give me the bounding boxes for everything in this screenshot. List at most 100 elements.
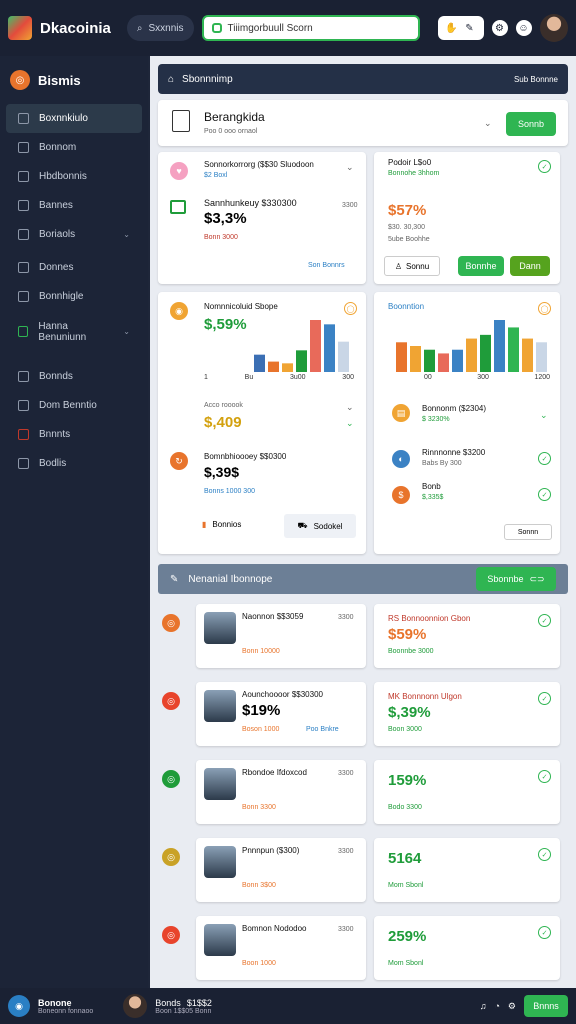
chart-bar: [536, 342, 547, 372]
list-item-icon: ◎: [162, 848, 180, 866]
c4-title: Boonntion: [388, 302, 425, 311]
list-item-title: Rbondoe Ifdoxcod: [242, 768, 307, 777]
c1-link[interactable]: Son Bonnrs: [308, 262, 345, 269]
doc-icon: [18, 171, 29, 182]
c4-button[interactable]: Sonnn: [504, 524, 552, 540]
list-item[interactable]: ◎ Aounchoooor $$30300 $19% Boson 1000 Poo Bn…: [162, 682, 366, 746]
hand-icon[interactable]: ✋: [443, 20, 460, 36]
notification-icon[interactable]: ☺: [515, 20, 532, 36]
magnifier-icon: [18, 262, 29, 273]
stat-card[interactable]: 259% Mom Sbonl ✓: [374, 916, 560, 980]
chart-bar: [254, 354, 265, 372]
c2-title: Podoir L$o0: [388, 158, 432, 167]
app-logo: [8, 16, 32, 40]
chevron-down-icon[interactable]: ⌄: [346, 418, 354, 429]
list-item-side-value: 3300: [338, 848, 354, 855]
user-avatar[interactable]: [123, 994, 148, 1018]
bottom-bar: ◉ Bonone Boneonn fonnaoo Bonds $1$$2 Boon 1…: [0, 988, 576, 1024]
chevron-down-icon[interactable]: ⌄: [484, 118, 492, 129]
settings-icon[interactable]: ⚙: [491, 20, 508, 36]
stat-card[interactable]: 5164 Mom Sbonl ✓: [374, 838, 560, 902]
header-card-sub: Poo 0 ooo ornaol: [204, 128, 258, 135]
chart-bar: [282, 363, 293, 372]
chart-bar: [508, 327, 519, 372]
c1-tag: $2 Boxl: [204, 172, 228, 179]
chart-bar: [324, 324, 335, 372]
bell-icon[interactable]: ♫: [480, 1001, 487, 1011]
bookmark-icon: ♥: [170, 162, 188, 180]
chevron-down-icon[interactable]: ⌄: [346, 402, 354, 413]
sidebar-item-2[interactable]: Hbdbonnis: [0, 162, 148, 191]
check-icon[interactable]: ✓: [538, 848, 551, 861]
list-item-icon: ◎: [162, 770, 180, 788]
user-avatar[interactable]: [539, 14, 568, 42]
card-c2: Podoir L$o0 Bonnohe 3hhom ✓ $57% $30. 30…: [374, 152, 560, 284]
stat-card[interactable]: MK Bonnnonn Ulgon $,39% Boon 3000 ✓: [374, 682, 560, 746]
list-item[interactable]: ◎ Naonnon $$3059 Bonn 10000 3300: [162, 604, 366, 668]
check-icon: ✓: [538, 452, 551, 465]
clock-icon[interactable]: ◔: [494, 1001, 499, 1011]
c4-r2-title: Rinnnonne $3200: [422, 448, 486, 457]
sidebar-item-4[interactable]: Boriaols ⌄: [0, 220, 148, 249]
list-item-sub: Boon 1000: [242, 960, 276, 967]
stat-card[interactable]: RS Bonnoonnion Gbon $59% Boonnbe 3000 ✓: [374, 604, 560, 668]
sidebar-item-3[interactable]: Bannes: [0, 191, 148, 220]
edit-icon[interactable]: ✎: [461, 20, 478, 36]
chart-bar: [424, 349, 435, 372]
chevron-down-icon[interactable]: ⌄: [540, 410, 548, 421]
list-item[interactable]: ◎ Rbondoe Ifdoxcod Bonn 3300 3300: [162, 760, 366, 824]
sidebar-item-9[interactable]: Dom Benntio: [0, 391, 148, 420]
sidebar-item-6[interactable]: Bonnhigle: [0, 282, 148, 311]
check-icon[interactable]: ✓: [538, 926, 551, 939]
list-item-link[interactable]: Poo Bnkre: [306, 726, 339, 733]
header-card-button[interactable]: Sonnb: [506, 112, 556, 136]
sidebar-item-1[interactable]: Bonnom: [0, 133, 148, 162]
sidebar-item-0[interactable]: Boxnnkiulo: [6, 104, 142, 133]
c3-r1-title: Bomnbhioooey $$0300: [204, 452, 287, 461]
shield-icon: [211, 23, 222, 33]
tick-label: 1200: [534, 374, 550, 381]
chevron-down-icon[interactable]: ⌄: [346, 162, 354, 173]
list-item-thumbnail: [204, 690, 236, 722]
chart-bar: [466, 338, 477, 372]
c2-button-3[interactable]: Dann: [510, 256, 550, 276]
list-item-icon: ◎: [162, 692, 180, 710]
check-icon[interactable]: ✓: [538, 770, 551, 783]
list-item[interactable]: ◎ Pnnnpun ($300) Bonn 3$00 3300: [162, 838, 366, 902]
header-card: Berangkida Poo 0 ooo ornaol ⌄ Sonnb: [158, 100, 568, 146]
stat-card-sub: Boonnbe 3000: [388, 648, 434, 655]
check-icon[interactable]: ✓: [538, 614, 551, 627]
c3-button-2[interactable]: ⛟ Sodokel: [284, 514, 356, 538]
card-c4: Boonntion ◯ 00 300 1200 ▤ Bonnonm ($2304) …: [374, 292, 560, 554]
sidebar-item-5[interactable]: Donnes: [0, 253, 148, 282]
chart-bar: [338, 341, 349, 372]
check-icon[interactable]: ✓: [538, 692, 551, 705]
c2-button-1[interactable]: ♙ Sonnu: [384, 256, 440, 276]
sidebar-item-10[interactable]: Bnnnts: [0, 420, 148, 449]
toolbar-icons: ✋ ✎: [437, 16, 484, 40]
sidebar-item-8[interactable]: Bonnds: [0, 362, 148, 391]
settings-icon[interactable]: ⚙: [508, 1001, 516, 1012]
sidebar-item-11[interactable]: Bodlis: [0, 449, 148, 478]
list-item[interactable]: ◎ Bomnon Nododoo Boon 1000 3300: [162, 916, 366, 980]
c2-button-2[interactable]: Bonnhe: [458, 256, 504, 276]
c3-button-1[interactable]: ▮ Bonnios: [202, 520, 241, 529]
chart2-ticks: 00 300 1200: [424, 374, 550, 381]
chart-bar: [296, 350, 307, 372]
search-toggle-button[interactable]: ⌕ Sxxnnis: [126, 15, 194, 41]
sidebar-brand: ◎ Bismis: [0, 56, 148, 104]
section-2-button[interactable]: Sbonnbe ⊂⊃: [476, 567, 556, 591]
card-c1: ♥ Sonnorkorrorg ($$30 Sluodoon $2 Boxl ⌄…: [158, 152, 366, 284]
badge-icon: $: [392, 486, 410, 504]
box-icon: [18, 429, 29, 440]
tick-label: 1: [204, 374, 208, 381]
search-input[interactable]: Tiiimgorbuull Scorn: [201, 15, 420, 41]
c2-sub: Bonnohe 3hhom: [388, 170, 440, 177]
stat-card[interactable]: 159% Bodo 3300 ✓: [374, 760, 560, 824]
bottom-button[interactable]: Bnnns: [524, 995, 568, 1017]
pencil-icon: ✎: [170, 573, 179, 585]
globe-icon[interactable]: ◉: [8, 995, 30, 1017]
sidebar-item-7[interactable]: Hanna Benuniunn ⌄: [0, 317, 148, 346]
stat-card-sub: Bodo 3300: [388, 804, 422, 811]
c1-subtitle: Sannhunkeuy $330300: [204, 198, 297, 208]
